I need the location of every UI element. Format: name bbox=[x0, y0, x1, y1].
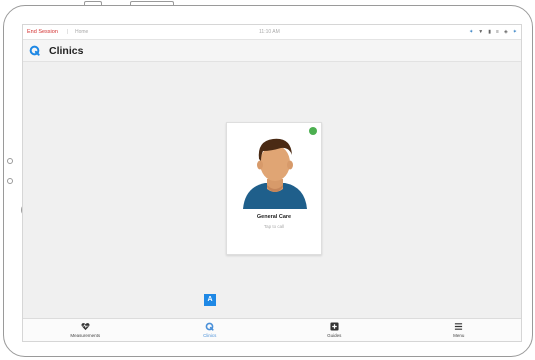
home-link[interactable]: Home bbox=[75, 29, 88, 35]
end-session-link[interactable]: End Session bbox=[27, 29, 58, 35]
hamburger-menu-icon bbox=[455, 323, 463, 330]
nav-item-measurements[interactable]: Measurements bbox=[23, 319, 148, 341]
wifi-icon: ▼ bbox=[478, 29, 484, 35]
volume-icon: ◈ bbox=[503, 29, 508, 35]
doctor-avatar bbox=[243, 138, 307, 209]
clinic-icon bbox=[205, 322, 214, 331]
status-bar: End Session | Home 11:10 AM ✶ ▼ ▮ ≡ ◈ ✶ bbox=[23, 25, 521, 40]
bluetooth-connected-icon: ✶ bbox=[512, 29, 517, 35]
camera-dot bbox=[7, 158, 13, 164]
nav-label-guides: Guides bbox=[327, 333, 342, 338]
clinic-card-subtitle: Tap to call bbox=[263, 224, 285, 229]
nav-item-menu[interactable]: Menu bbox=[397, 319, 522, 341]
battery-icon: ▮ bbox=[488, 29, 492, 35]
clinic-list: General Care Tap to call A bbox=[23, 62, 521, 318]
signal-icon: ≡ bbox=[496, 29, 499, 35]
heart-pulse-icon bbox=[81, 323, 90, 331]
bottom-navigation: Measurements Clinics Guides Menu bbox=[23, 318, 522, 341]
page-title: Clinics bbox=[49, 45, 84, 57]
sensor-dot bbox=[7, 178, 13, 184]
nav-label-measurements: Measurements bbox=[70, 333, 101, 338]
status-separator: | bbox=[67, 29, 69, 35]
title-bar: Clinics bbox=[23, 40, 521, 62]
status-clock: 11:10 AM bbox=[259, 29, 280, 35]
clinic-card-general-care[interactable]: General Care Tap to call bbox=[226, 122, 322, 255]
hardware-button bbox=[84, 1, 102, 5]
nav-label-menu: Menu bbox=[453, 333, 465, 338]
app-screen: End Session | Home 11:10 AM ✶ ▼ ▮ ≡ ◈ ✶ … bbox=[22, 24, 522, 342]
medical-kit-icon bbox=[330, 322, 339, 331]
bluetooth-icon: ✶ bbox=[469, 29, 474, 35]
annotation-callout: A bbox=[204, 294, 216, 306]
system-icons: ✶ ▼ ▮ ≡ ◈ ✶ bbox=[469, 28, 517, 36]
clinic-card-title: General Care bbox=[256, 214, 292, 220]
nav-label-clinics: Clinics bbox=[203, 333, 217, 338]
clinic-logo-icon bbox=[29, 45, 40, 56]
nav-item-guides[interactable]: Guides bbox=[272, 319, 397, 341]
hardware-button bbox=[130, 1, 174, 5]
nav-item-clinics[interactable]: Clinics bbox=[148, 319, 273, 341]
